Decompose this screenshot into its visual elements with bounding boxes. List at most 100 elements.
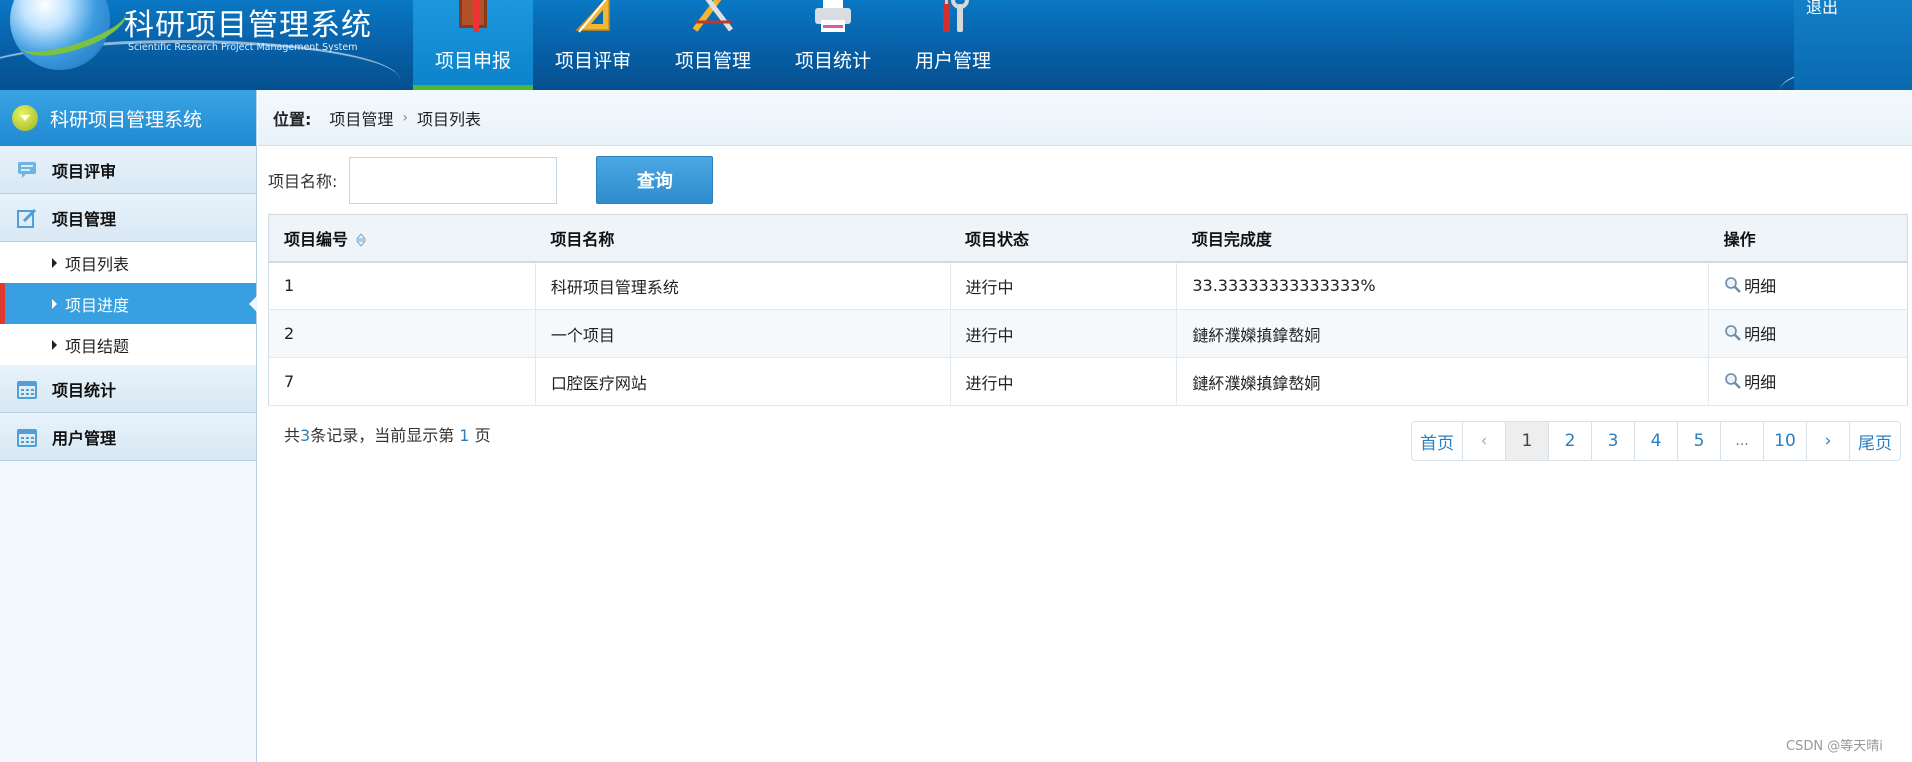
summary-page: 1 xyxy=(459,426,470,445)
nav-label: 项目管理 xyxy=(674,50,751,72)
cell-project-name: 口腔医疗网站 xyxy=(534,357,951,406)
cell-project-status: 进行中 xyxy=(949,261,1177,310)
column-header-project-id[interactable]: 项目编号 xyxy=(268,214,536,263)
nav-label: 项目评审 xyxy=(554,50,631,72)
sidebar-item-label: 项目进度 xyxy=(65,295,130,315)
table-row: 1 科研项目管理系统 进行中 33.33333333333333% 明细 xyxy=(268,261,1908,310)
pagination: 首页 ‹ 1 2 3 4 5 ... 10 › 尾页 xyxy=(1411,421,1901,461)
query-button[interactable]: 查询 xyxy=(596,156,714,204)
logout-label: 退出 xyxy=(1806,0,1839,17)
logout-button[interactable]: 退出 xyxy=(1794,0,1912,90)
nav-label: 项目统计 xyxy=(794,50,871,72)
column-header-project-name: 项目名称 xyxy=(535,214,951,263)
magnifier-icon xyxy=(1725,373,1741,389)
table-header-row: 项目编号 项目名称 项目状态 项目完成度 操作 xyxy=(268,214,1908,263)
nav-item-user-manage[interactable]: 用户管理 xyxy=(893,0,1013,90)
sidebar-item-label: 项目列表 xyxy=(65,254,130,274)
nav-item-project-stats[interactable]: 项目统计 xyxy=(773,0,893,90)
table-row: 2 一个项目 进行中 鏈紑濮嬫搷鎿嶅姛 明细 xyxy=(268,309,1908,358)
caret-right-icon xyxy=(52,257,57,268)
column-header-actions: 操作 xyxy=(1708,214,1908,263)
sidebar-item-project-list[interactable]: 项目列表 xyxy=(0,242,256,283)
column-header-label: 项目编号 xyxy=(284,229,349,249)
nav-item-project-review[interactable]: 项目评审 xyxy=(533,0,653,90)
cell-project-id: 1 xyxy=(268,261,536,310)
page-button[interactable]: 3 xyxy=(1592,422,1635,460)
breadcrumb-separator-icon: › xyxy=(402,109,409,126)
search-form: 项目名称: 查询 xyxy=(268,156,714,204)
chevron-down-icon xyxy=(12,105,38,131)
caret-right-icon xyxy=(52,298,57,309)
detail-label: 明细 xyxy=(1744,277,1777,297)
nav-item-project-manage[interactable]: 项目管理 xyxy=(653,0,773,90)
summary-total: 3 xyxy=(300,426,311,445)
sidebar-group-project-stats[interactable]: 项目统计 xyxy=(0,365,256,413)
magnifier-icon xyxy=(1725,325,1741,341)
detail-link[interactable]: 明细 xyxy=(1724,273,1776,297)
breadcrumb: 位置: 项目管理 › 项目列表 xyxy=(258,90,1912,146)
page-button[interactable]: 10 xyxy=(1764,422,1807,460)
page-button[interactable]: 5 xyxy=(1678,422,1721,460)
cell-project-progress: 鏈紑濮嬫搷鎿嶅姛 xyxy=(1176,309,1709,358)
sidebar-group-label: 用户管理 xyxy=(52,428,117,448)
breadcrumb-item-project-manage[interactable]: 项目管理 xyxy=(329,106,393,130)
column-header-project-progress: 项目完成度 xyxy=(1176,214,1709,263)
sidebar: 科研项目管理系统 项目评审 项目管理 项目列表 项目进度 项目结题 项目统计 用… xyxy=(0,90,257,762)
sidebar-header: 科研项目管理系统 xyxy=(0,90,256,146)
app-subtitle: Scientific Research Project Management S… xyxy=(128,42,358,53)
nav-label: 用户管理 xyxy=(914,50,991,72)
project-table: 项目编号 项目名称 项目状态 项目完成度 操作 1 科研项目管理系统 进行中 3… xyxy=(268,214,1908,406)
printer-icon xyxy=(815,0,851,32)
sidebar-item-project-progress[interactable]: 项目进度 xyxy=(0,283,257,324)
breadcrumb-item-project-list[interactable]: 项目列表 xyxy=(417,106,481,130)
edit-icon xyxy=(17,208,37,228)
cell-actions: 明细 xyxy=(1708,261,1908,310)
detail-label: 明细 xyxy=(1744,373,1777,392)
next-page-button[interactable]: › xyxy=(1807,422,1850,460)
project-name-input[interactable] xyxy=(349,156,558,204)
calendar-icon xyxy=(17,380,37,399)
cell-actions: 明细 xyxy=(1708,357,1908,406)
page-button[interactable]: 4 xyxy=(1635,422,1678,460)
sidebar-group-label: 项目统计 xyxy=(52,380,117,400)
table-row: 7 口腔医疗网站 进行中 鏈紑濮嬫搷鎿嶅姛 明细 xyxy=(268,357,1908,406)
sidebar-group-project-manage[interactable]: 项目管理 xyxy=(0,194,256,242)
cell-actions: 明细 xyxy=(1708,309,1908,358)
cell-project-name: 一个项目 xyxy=(534,309,951,358)
detail-label: 明细 xyxy=(1744,325,1777,344)
prev-page-button[interactable]: ‹ xyxy=(1463,422,1506,460)
cell-project-status: 进行中 xyxy=(949,309,1177,358)
sidebar-group-label: 项目评审 xyxy=(52,161,117,181)
magnifier-icon xyxy=(1725,277,1741,294)
drafting-tools-icon xyxy=(692,0,733,32)
ruler-triangle-icon xyxy=(575,0,610,33)
sidebar-group-user-manage[interactable]: 用户管理 xyxy=(0,413,256,461)
cell-project-id: 2 xyxy=(268,309,536,358)
detail-link[interactable]: 明细 xyxy=(1724,369,1776,393)
calendar-icon xyxy=(17,428,37,447)
cell-project-progress: 鏈紑濮嬫搷鎿嶅姛 xyxy=(1176,357,1709,406)
column-header-project-status: 项目状态 xyxy=(950,214,1177,263)
watermark: CSDN @等天晴i xyxy=(1786,739,1883,754)
page-button[interactable]: 1 xyxy=(1506,422,1549,460)
comment-icon xyxy=(18,161,36,178)
last-page-button[interactable]: 尾页 xyxy=(1850,422,1900,460)
top-nav: 项目申报 项目评审 项目管理 项目统计 用户管理 xyxy=(413,0,1013,90)
sidebar-group-project-review[interactable]: 项目评审 xyxy=(0,146,256,194)
nav-label: 项目申报 xyxy=(434,50,511,72)
sort-icon[interactable] xyxy=(355,233,366,248)
sidebar-item-project-conclude[interactable]: 项目结题 xyxy=(0,324,256,365)
sidebar-title: 科研项目管理系统 xyxy=(50,108,203,131)
page-button[interactable]: 2 xyxy=(1549,422,1592,460)
detail-link[interactable]: 明细 xyxy=(1724,321,1776,345)
cell-project-name: 科研项目管理系统 xyxy=(534,261,951,310)
record-summary: 共3条记录，当前显示第 1 页 xyxy=(284,422,491,446)
cell-project-progress: 33.33333333333333% xyxy=(1176,261,1709,310)
top-header: 科研项目管理系统 Scientific Research Project Man… xyxy=(0,0,1912,90)
first-page-button[interactable]: 首页 xyxy=(1412,422,1463,460)
book-icon xyxy=(459,0,487,32)
summary-suffix: 页 xyxy=(469,426,491,445)
nav-item-project-apply[interactable]: 项目申报 xyxy=(413,0,533,90)
page-ellipsis: ... xyxy=(1721,422,1764,460)
summary-prefix: 共 xyxy=(284,426,301,445)
